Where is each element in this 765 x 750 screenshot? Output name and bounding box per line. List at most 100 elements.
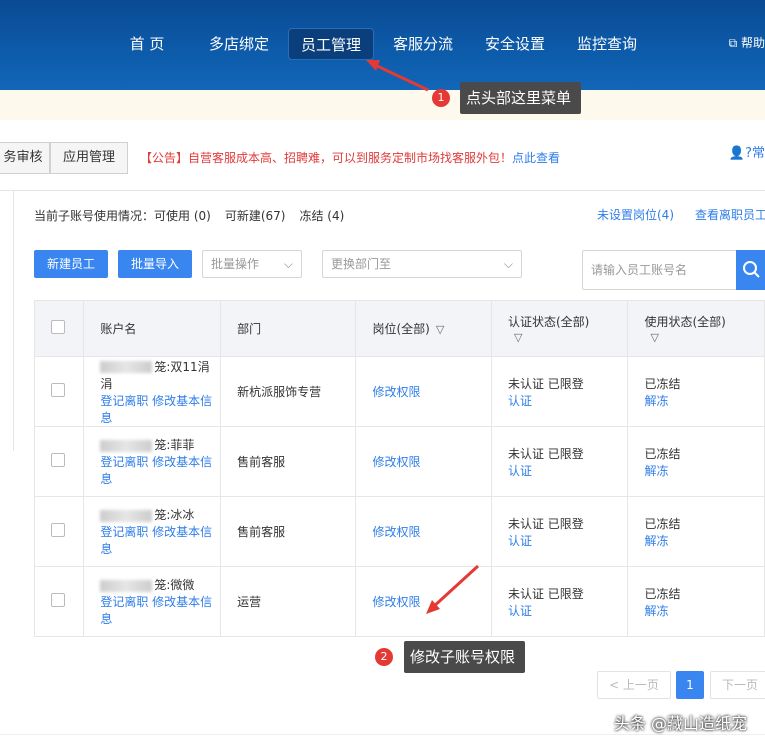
- auth-link[interactable]: 认证: [508, 464, 532, 478]
- row-checkbox[interactable]: [51, 453, 65, 467]
- role-cell: 修改权限: [355, 566, 492, 637]
- role-cell: 修改权限: [355, 496, 492, 567]
- user-help-icon: 👤?: [728, 146, 752, 161]
- role-cell: 修改权限: [355, 356, 492, 427]
- row-checkbox[interactable]: [51, 383, 65, 397]
- state-cell: 已冻结 解冻: [627, 566, 765, 637]
- tab-business-review[interactable]: 务审核: [0, 142, 50, 174]
- edit-permission-link[interactable]: 修改权限: [372, 525, 420, 539]
- row-checkbox[interactable]: [51, 593, 65, 607]
- table-header-row: 账户名 部门 岗位(全部) ▽ 认证状态(全部) ▽ 使用状态(全部) ▽: [33, 300, 765, 357]
- search-button[interactable]: [736, 250, 765, 290]
- dept-cell: 运营: [220, 566, 357, 637]
- use-status: 已冻结: [644, 516, 681, 531]
- external-link-icon: ⧉: [728, 36, 738, 50]
- row-select-cell: [33, 426, 85, 497]
- help-link[interactable]: ⧉ 帮助: [729, 34, 765, 51]
- filter-icon[interactable]: ▽: [514, 331, 522, 344]
- account-actions[interactable]: 登记离职 修改基本信息: [100, 394, 212, 425]
- stats-frozen: 冻结 (4): [299, 209, 345, 223]
- select-all-checkbox[interactable]: [51, 320, 65, 334]
- auth-status: 未认证 已限登: [507, 516, 584, 531]
- new-employee-button[interactable]: 新建员工: [34, 250, 108, 278]
- search-icon: [743, 261, 760, 278]
- use-status: 已冻结: [644, 586, 681, 601]
- nav-item-security-settings[interactable]: 安全设置: [478, 28, 552, 60]
- redacted-name: [100, 579, 153, 592]
- dept-cell: 售前客服: [220, 426, 357, 497]
- account-cell: 笼:冰冰 登记离职 修改基本信息: [83, 496, 222, 567]
- batch-ops-select[interactable]: 批量操作 ⌵: [202, 250, 302, 278]
- header-role[interactable]: 岗位(全部) ▽: [355, 300, 492, 357]
- role-cell: 修改权限: [355, 426, 492, 497]
- employee-table: 账户名 部门 岗位(全部) ▽ 认证状态(全部) ▽ 使用状态(全部) ▽ 笼:双11…: [33, 300, 765, 637]
- stats-can-create: 可新建(67): [224, 209, 286, 223]
- dept-cell: 售前客服: [220, 496, 357, 567]
- change-dept-select[interactable]: 更换部门至 ⌵: [322, 250, 522, 278]
- notice-strip: [0, 90, 765, 120]
- auth-cell: 未认证 已限登 认证: [490, 496, 629, 567]
- account-cell: 笼:菲菲登记离职 修改基本信息: [83, 426, 222, 497]
- account-actions[interactable]: 登记离职 修改基本信息: [100, 525, 212, 556]
- question-help[interactable]: 👤?常: [729, 142, 765, 161]
- auth-cell: 未认证 已限登 认证: [490, 426, 629, 497]
- row-select-cell: [33, 496, 85, 567]
- next-page-button[interactable]: 下一页: [710, 671, 765, 699]
- unassigned-role-link[interactable]: 未设置岗位(4): [597, 206, 674, 223]
- stats-prefix: 当前子账号使用情况：: [34, 209, 155, 223]
- select-all-cell: [33, 300, 85, 357]
- header-dept: 部门: [220, 300, 357, 357]
- redacted-name: [100, 361, 153, 373]
- nav-item-staff-management[interactable]: 员工管理: [288, 28, 374, 60]
- auth-cell: 未认证 已限登 认证: [490, 566, 629, 637]
- unfreeze-link[interactable]: 解冻: [644, 394, 668, 408]
- announcement-text: 【公告】自营客服成本高、招聘难，可以到服务定制市场找客服外包！: [140, 151, 513, 165]
- nav-item-multi-store[interactable]: 多店绑定: [202, 28, 276, 60]
- header-state[interactable]: 使用状态(全部) ▽: [627, 300, 765, 357]
- edit-permission-link[interactable]: 修改权限: [372, 595, 420, 609]
- auth-status: 未认证 已限登: [507, 586, 584, 601]
- table-row: 笼:微微 登记离职 修改基本信息 运营 修改权限 未认证 已限登 认证 已冻结 解冻: [33, 566, 765, 637]
- redacted-name: [100, 509, 153, 522]
- chevron-down-icon: ⌵: [283, 257, 293, 271]
- announcement-link[interactable]: 点此查看: [512, 151, 560, 165]
- announcement: 【公告】自营客服成本高、招聘难，可以到服务定制市场找客服外包！点此查看: [140, 149, 560, 166]
- nav-item-monitoring[interactable]: 监控查询: [570, 28, 644, 60]
- state-cell: 已冻结 解冻: [627, 356, 765, 427]
- unfreeze-link[interactable]: 解冻: [644, 604, 668, 618]
- filter-icon[interactable]: ▽: [650, 331, 658, 344]
- nav-item-home[interactable]: 首 页: [122, 28, 172, 60]
- auth-cell: 未认证 已限登 认证: [490, 356, 629, 427]
- view-resigned-link[interactable]: 查看离职员工: [695, 206, 765, 223]
- auth-link[interactable]: 认证: [508, 534, 532, 548]
- auth-link[interactable]: 认证: [508, 604, 532, 618]
- auth-status: 未认证 已限登: [507, 376, 584, 391]
- account-actions[interactable]: 登记离职 修改基本信息: [100, 595, 212, 626]
- row-select-cell: [33, 566, 85, 637]
- prev-page-button[interactable]: < 上一页: [597, 671, 671, 699]
- account-usage-stats: 当前子账号使用情况：可使用 (0) 可新建(67) 冻结 (4): [34, 207, 358, 224]
- account-name: 笼:菲菲: [154, 438, 195, 452]
- filter-icon[interactable]: ▽: [436, 323, 444, 336]
- main-nav: 首 页 多店绑定 员工管理 客服分流 安全设置 监控查询: [0, 28, 765, 62]
- row-checkbox[interactable]: [51, 523, 65, 537]
- search-input[interactable]: 请输入员工账号名: [582, 250, 742, 290]
- auth-link[interactable]: 认证: [508, 394, 532, 408]
- edit-permission-link[interactable]: 修改权限: [372, 455, 420, 469]
- callout-annotation: 修改子账号权限: [404, 641, 526, 673]
- unfreeze-link[interactable]: 解冻: [644, 464, 668, 478]
- batch-import-button[interactable]: 批量导入: [118, 250, 192, 278]
- state-cell: 已冻结 解冻: [627, 496, 765, 567]
- account-actions[interactable]: 登记离职 修改基本信息: [100, 455, 212, 486]
- page-1-button[interactable]: 1: [676, 671, 704, 699]
- nav-item-customer-routing[interactable]: 客服分流: [386, 28, 460, 60]
- left-rail: [0, 191, 14, 451]
- unfreeze-link[interactable]: 解冻: [644, 534, 668, 548]
- edit-permission-link[interactable]: 修改权限: [372, 385, 420, 399]
- dept-cell: 新杭派服饰专营: [220, 356, 357, 427]
- redacted-name: [100, 439, 153, 452]
- tab-app-management[interactable]: 应用管理: [50, 142, 128, 174]
- account-cell: 笼:双11涓涓 登记离职 修改基本信息: [83, 356, 222, 427]
- auth-status: 未认证 已限登: [507, 446, 584, 461]
- header-auth[interactable]: 认证状态(全部) ▽: [490, 300, 629, 357]
